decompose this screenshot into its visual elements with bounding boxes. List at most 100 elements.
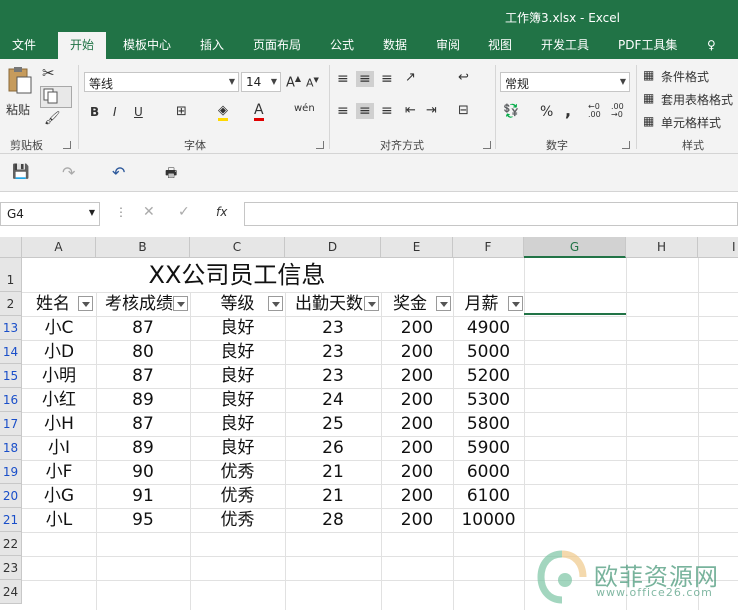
column-header-e[interactable]: E: [381, 237, 453, 258]
paste-icon[interactable]: [6, 65, 34, 95]
column-header-d[interactable]: D: [285, 237, 381, 258]
tab-home[interactable]: 开始: [58, 32, 107, 59]
align-bottom-icon[interactable]: ≡: [381, 71, 393, 87]
undo-icon[interactable]: ↶: [112, 163, 125, 182]
align-center-icon[interactable]: ≡: [356, 103, 374, 119]
redo-icon[interactable]: ↷: [62, 163, 75, 182]
column-header-c[interactable]: C: [190, 237, 285, 258]
table-cell-salary[interactable]: 5000: [453, 340, 524, 364]
table-cell-grade[interactable]: 优秀: [190, 460, 285, 484]
insert-function-button[interactable]: fx: [216, 205, 227, 219]
save-icon[interactable]: 💾: [12, 164, 29, 180]
row-header-15[interactable]: 15: [0, 364, 22, 388]
table-cell-salary[interactable]: 10000: [453, 508, 524, 532]
table-cell-grade[interactable]: 良好: [190, 412, 285, 436]
row-header-21[interactable]: 21: [0, 508, 22, 532]
table-cell-bonus[interactable]: 200: [381, 484, 453, 508]
table-cell-score[interactable]: 90: [96, 460, 190, 484]
print-preview-icon[interactable]: 🖶: [165, 164, 177, 186]
table-cell-salary[interactable]: 5300: [453, 388, 524, 412]
tab-view[interactable]: 视图: [488, 32, 512, 59]
tab-page-layout[interactable]: 页面布局: [253, 32, 301, 59]
column-header-g[interactable]: G: [524, 237, 626, 258]
table-cell-bonus[interactable]: 200: [381, 436, 453, 460]
filter-dropdown-icon[interactable]: [364, 296, 379, 311]
row-header-1[interactable]: 1: [0, 258, 22, 292]
tab-pdf-tools[interactable]: PDF工具集: [618, 32, 677, 59]
table-cell-bonus[interactable]: 200: [381, 364, 453, 388]
underline-button[interactable]: U: [134, 105, 143, 119]
table-cell-bonus[interactable]: 200: [381, 340, 453, 364]
cancel-icon[interactable]: ✕: [143, 204, 155, 220]
table-cell-name[interactable]: 小红: [22, 388, 96, 412]
table-cell-attendance[interactable]: 21: [285, 484, 381, 508]
align-right-icon[interactable]: ≡: [381, 103, 393, 119]
table-cell-name[interactable]: 小F: [22, 460, 96, 484]
number-format-select[interactable]: 常规 ▼: [500, 72, 630, 92]
font-size-select[interactable]: 14 ▼: [241, 72, 281, 92]
conditional-format-icon[interactable]: ▦: [643, 68, 654, 82]
filter-dropdown-icon[interactable]: [268, 296, 283, 311]
table-cell-grade[interactable]: 良好: [190, 364, 285, 388]
row-header-13[interactable]: 13: [0, 316, 22, 340]
table-cell-grade[interactable]: 良好: [190, 316, 285, 340]
table-cell-name[interactable]: 小C: [22, 316, 96, 340]
clipboard-launcher-icon[interactable]: [63, 141, 71, 149]
table-cell-attendance[interactable]: 25: [285, 412, 381, 436]
table-cell-score[interactable]: 87: [96, 316, 190, 340]
table-cell-name[interactable]: 小G: [22, 484, 96, 508]
decrease-indent-icon[interactable]: ⇤: [405, 103, 416, 118]
number-launcher-icon[interactable]: [622, 141, 630, 149]
table-cell-salary[interactable]: 6100: [453, 484, 524, 508]
cell-style-button[interactable]: 单元格样式: [661, 114, 721, 131]
cell-style-icon[interactable]: ▦: [643, 114, 654, 128]
row-header-24[interactable]: 24: [0, 580, 22, 604]
font-color-icon[interactable]: A: [254, 102, 264, 121]
italic-button[interactable]: I: [113, 105, 117, 119]
table-cell-grade[interactable]: 良好: [190, 340, 285, 364]
table-cell-grade[interactable]: 优秀: [190, 508, 285, 532]
filter-dropdown-icon[interactable]: [436, 296, 451, 311]
table-cell-salary[interactable]: 5900: [453, 436, 524, 460]
phonetic-button[interactable]: wén: [294, 103, 315, 114]
table-cell-score[interactable]: 89: [96, 436, 190, 460]
table-cell-score[interactable]: 95: [96, 508, 190, 532]
conditional-format-button[interactable]: 条件格式: [661, 68, 709, 85]
filter-dropdown-icon[interactable]: [173, 296, 188, 311]
row-header-16[interactable]: 16: [0, 388, 22, 412]
sheet-title[interactable]: XX公司员工信息: [22, 258, 452, 292]
row-header-18[interactable]: 18: [0, 436, 22, 460]
bold-button[interactable]: B: [90, 105, 99, 119]
table-cell-name[interactable]: 小L: [22, 508, 96, 532]
font-name-select[interactable]: 等线 ▼: [84, 72, 239, 92]
row-header-20[interactable]: 20: [0, 484, 22, 508]
decrease-font-icon[interactable]: A▼: [306, 76, 319, 90]
align-left-icon[interactable]: ≡: [337, 103, 349, 119]
align-top-icon[interactable]: ≡: [337, 71, 349, 87]
table-cell-name[interactable]: 小明: [22, 364, 96, 388]
table-cell-score[interactable]: 91: [96, 484, 190, 508]
format-painter-icon[interactable]: 🖌: [44, 111, 61, 126]
table-cell-name[interactable]: 小I: [22, 436, 96, 460]
tab-file[interactable]: 文件: [12, 32, 36, 59]
table-cell-attendance[interactable]: 24: [285, 388, 381, 412]
table-cell-attendance[interactable]: 23: [285, 340, 381, 364]
tell-me-icon[interactable]: ♀: [707, 32, 716, 59]
row-header-19[interactable]: 19: [0, 460, 22, 484]
orientation-icon[interactable]: ↗: [405, 70, 416, 85]
fill-color-icon[interactable]: ◈: [218, 103, 228, 121]
column-header-a[interactable]: A: [22, 237, 96, 258]
name-box[interactable]: G4 ▼: [0, 202, 100, 226]
align-middle-icon[interactable]: ≡: [356, 71, 374, 87]
table-cell-name[interactable]: 小H: [22, 412, 96, 436]
paste-button[interactable]: 粘贴: [6, 101, 30, 118]
formula-input[interactable]: [244, 202, 738, 226]
row-header-17[interactable]: 17: [0, 412, 22, 436]
column-header-i[interactable]: I: [698, 237, 738, 258]
decrease-decimal-icon[interactable]: .00 →0: [611, 103, 624, 119]
tab-templates[interactable]: 模板中心: [123, 32, 171, 59]
table-cell-salary[interactable]: 4900: [453, 316, 524, 340]
tab-formulas[interactable]: 公式: [330, 32, 354, 59]
merge-center-icon[interactable]: ⊟: [458, 103, 469, 118]
percent-button[interactable]: %: [540, 104, 553, 120]
